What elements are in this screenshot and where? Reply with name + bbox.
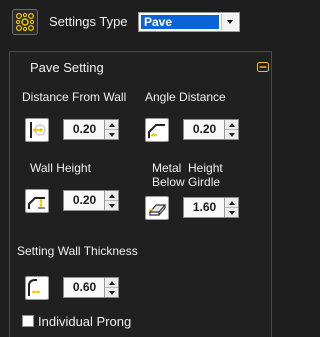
metal-height-label-line2: Below Girdle (152, 175, 221, 189)
decrement-arrow-icon[interactable] (105, 130, 118, 139)
collapse-icon[interactable] (257, 60, 269, 72)
angle-distance-label: Angle Distance (145, 90, 226, 104)
distance-from-wall-stepper[interactable]: 0.20 (63, 119, 119, 140)
angle-distance-stepper[interactable]: 0.20 (183, 119, 239, 140)
wall-height-stepper[interactable]: 0.20 (63, 190, 119, 211)
angle-distance-icon (145, 118, 169, 142)
increment-arrow-icon[interactable] (105, 120, 118, 130)
panel-title: Pave Setting (30, 60, 104, 75)
metal-height-icon (145, 196, 169, 220)
wall-thickness-stepper[interactable]: 0.60 (63, 277, 119, 298)
metal-height-label-line1: Metal Height (152, 161, 223, 175)
increment-arrow-icon[interactable] (105, 278, 118, 288)
decrement-arrow-icon[interactable] (225, 208, 238, 217)
settings-type-label: Settings Type (49, 14, 128, 29)
decrement-arrow-icon[interactable] (105, 288, 118, 297)
decrement-arrow-icon[interactable] (105, 201, 118, 210)
metal-height-stepper[interactable]: 1.60 (183, 197, 239, 218)
chevron-down-icon[interactable] (221, 14, 238, 30)
wall-thickness-icon (25, 276, 49, 300)
increment-arrow-icon[interactable] (105, 191, 118, 201)
individual-prong-checkbox[interactable] (22, 315, 34, 327)
pave-pattern-icon[interactable] (12, 9, 38, 35)
distance-from-wall-label: Distance From Wall (22, 90, 127, 104)
angle-distance-value[interactable]: 0.20 (184, 120, 225, 139)
wall-height-label: Wall Height (30, 161, 91, 175)
decrement-arrow-icon[interactable] (225, 130, 238, 139)
distance-from-wall-value[interactable]: 0.20 (64, 120, 105, 139)
settings-type-value: Pave (141, 15, 219, 29)
settings-type-dropdown[interactable]: Pave (138, 12, 240, 32)
metal-height-value[interactable]: 1.60 (184, 198, 225, 217)
wall-thickness-label: Setting Wall Thickness (17, 244, 138, 258)
increment-arrow-icon[interactable] (225, 120, 238, 130)
individual-prong-label[interactable]: Individual Prong (38, 314, 131, 329)
wall-thickness-value[interactable]: 0.60 (64, 278, 105, 297)
distance-wall-icon (25, 118, 49, 142)
wall-height-icon (25, 189, 49, 213)
wall-height-value[interactable]: 0.20 (64, 191, 105, 210)
increment-arrow-icon[interactable] (225, 198, 238, 208)
